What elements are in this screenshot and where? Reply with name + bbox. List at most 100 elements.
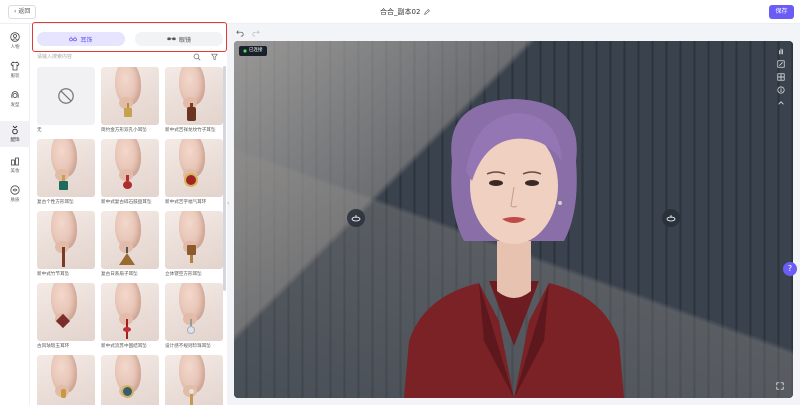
thumbnail	[37, 283, 95, 341]
status-badge: 已连接	[239, 46, 267, 56]
search-icon[interactable]	[193, 53, 201, 61]
nav-item-label: 发型	[10, 103, 20, 108]
skin-icon	[10, 185, 20, 195]
clothes-icon	[10, 61, 20, 71]
item-label: 新中式吉祥龙纹竹子耳坠	[165, 128, 216, 133]
panel-scrollbar[interactable]	[223, 66, 226, 291]
nav-item-hair[interactable]: 发型	[0, 86, 30, 112]
filter-icon[interactable]	[211, 53, 218, 61]
layout-icon[interactable]	[777, 73, 785, 81]
status-badge-label: 已连接	[249, 48, 263, 53]
thumbnail	[37, 139, 95, 197]
dot-icon	[243, 49, 247, 53]
nav-item-label: 美妆	[10, 169, 20, 174]
item-label: 新中式复古碎石鼓盘耳坠	[101, 200, 152, 205]
nav-item-label: 服装	[10, 74, 20, 79]
avatar-viewport[interactable]: 已连接	[234, 41, 793, 398]
undo-icon[interactable]	[236, 29, 244, 37]
glasses-icon	[167, 37, 176, 41]
item-label: 新中式吉字福气耳环	[165, 200, 207, 205]
rotate-icon	[666, 215, 676, 222]
tab-earrings-label: 耳饰	[80, 36, 93, 44]
item-label: 立体镂空方形耳坠	[165, 272, 202, 277]
thumbnail	[37, 67, 95, 125]
chevron-left-icon: ‹	[14, 8, 17, 15]
item-label: 设计感不规则珍珠耳坠	[165, 344, 211, 349]
hair-icon	[11, 91, 19, 99]
thumbnail	[101, 211, 159, 269]
list-item[interactable]	[165, 355, 223, 405]
nav-item-label: 肤质	[10, 198, 20, 203]
document-title: 合合_副本02	[380, 7, 431, 17]
nav-item-label: 配饰	[10, 138, 20, 143]
list-item[interactable]: 新中式竹节耳坠	[37, 211, 95, 278]
thumbnail	[101, 355, 159, 405]
list-item[interactable]: 设计感不规则珍珠耳坠	[165, 283, 223, 350]
avatar-figure	[404, 99, 624, 398]
thumbnail	[165, 355, 223, 405]
nav-item-makeup[interactable]: 美妆	[0, 152, 30, 178]
thumbnail	[37, 355, 95, 405]
search-input[interactable]: 请输入搜索内容	[37, 52, 207, 62]
makeup-icon	[11, 157, 19, 166]
save-button[interactable]: 保存	[769, 5, 794, 19]
thumbnail	[165, 139, 223, 197]
thumbnail	[101, 283, 159, 341]
list-item[interactable]: 复古个性方形耳坠	[37, 139, 95, 206]
hand-icon[interactable]	[777, 47, 785, 55]
list-item[interactable]: 无	[37, 67, 95, 134]
item-label: 复古个性方形耳坠	[37, 200, 74, 205]
thumbnail	[165, 211, 223, 269]
tab-glasses[interactable]: 眼镜	[135, 32, 223, 46]
person-icon	[10, 32, 20, 42]
rotate-right-button[interactable]	[662, 209, 680, 227]
accessory-icon	[12, 125, 18, 135]
thumbnail	[165, 67, 223, 125]
item-label: 简约金方形双孔小耳坠	[101, 128, 147, 133]
edit-icon[interactable]	[424, 9, 431, 15]
info-icon[interactable]	[777, 86, 785, 94]
list-item[interactable]: 复古日系扇子耳坠	[101, 211, 159, 278]
list-item[interactable]: 新中式流苏中国结耳坠	[101, 283, 159, 350]
back-button-label: 返回	[18, 8, 31, 15]
list-item[interactable]: 立体镂空方形耳坠	[165, 211, 223, 278]
edit-icon[interactable]	[777, 60, 785, 68]
list-item[interactable]	[101, 355, 159, 405]
history-toolbar	[236, 29, 260, 37]
item-label: 无	[37, 128, 42, 133]
help-button[interactable]: ?	[783, 262, 797, 276]
chevron-up-icon[interactable]	[777, 99, 785, 107]
fullscreen-icon[interactable]	[776, 382, 784, 390]
nav-item-skin[interactable]: 肤质	[0, 181, 30, 207]
list-item[interactable]: 新中式吉祥龙纹竹子耳坠	[165, 67, 223, 134]
earring-grid: 无 简约金方形双孔小耳坠 新中式吉祥龙纹竹子耳坠 复古个性方形耳坠 新中式复古碎…	[37, 67, 224, 405]
thumbnail	[101, 67, 159, 125]
collapse-panel-icon[interactable]: ‹	[227, 200, 232, 210]
list-item[interactable]: 简约金方形双孔小耳坠	[101, 67, 159, 134]
item-label: 新中式流苏中国结耳坠	[101, 344, 147, 349]
redo-icon[interactable]	[252, 29, 260, 37]
back-button[interactable]: ‹ 返回	[8, 5, 37, 19]
item-label: 古风珐琅玉耳环	[37, 344, 70, 349]
list-item[interactable]: 古风珐琅玉耳环	[37, 283, 95, 350]
earring-icon	[69, 36, 78, 41]
rotate-icon	[351, 215, 361, 222]
top-bar: ‹ 返回 合合_副本02 保存	[0, 0, 800, 24]
viewport-side-toolbar	[774, 47, 788, 107]
list-item[interactable]: 新中式复古碎石鼓盘耳坠	[101, 139, 159, 206]
tab-glasses-label: 眼镜	[178, 36, 191, 44]
thumbnail	[37, 211, 95, 269]
nav-item-accessory[interactable]: 配饰	[0, 121, 30, 147]
none-icon	[58, 88, 74, 104]
nav-item-label: 人物	[10, 45, 20, 50]
item-label: 复古日系扇子耳坠	[101, 272, 138, 277]
rotate-left-button[interactable]	[347, 209, 365, 227]
document-title-text: 合合_副本02	[380, 8, 421, 16]
list-item[interactable]	[37, 355, 95, 405]
thumbnail	[165, 283, 223, 341]
thumbnail	[101, 139, 159, 197]
nav-item-person[interactable]: 人物	[0, 28, 30, 54]
nav-item-clothes[interactable]: 服装	[0, 57, 30, 83]
list-item[interactable]: 新中式吉字福气耳环	[165, 139, 223, 206]
tab-earrings[interactable]: 耳饰	[37, 32, 125, 46]
